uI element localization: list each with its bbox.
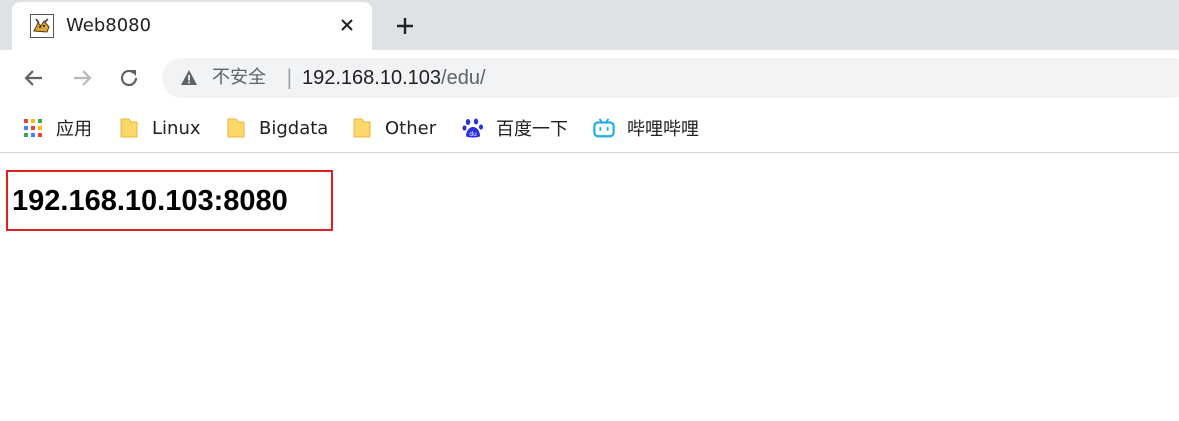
url-separator: | bbox=[286, 65, 293, 89]
bookmark-label: 应用 bbox=[56, 119, 92, 140]
bookmark-label: Linux bbox=[152, 117, 201, 139]
tab-title: Web8080 bbox=[66, 15, 152, 36]
reload-icon bbox=[120, 69, 138, 87]
bookmark-label: Other bbox=[385, 117, 437, 139]
page-heading: 192.168.10.103:8080 bbox=[12, 185, 288, 217]
reload-button[interactable] bbox=[115, 64, 143, 92]
tab-strip: Web8080 bbox=[0, 0, 1179, 50]
tab-web8080[interactable]: Web8080 bbox=[12, 2, 372, 50]
security-status[interactable]: 不安全 bbox=[212, 67, 266, 89]
folder-icon bbox=[225, 117, 247, 139]
arrow-left-icon bbox=[24, 70, 42, 86]
bookmark-label: Bigdata bbox=[259, 117, 329, 139]
browser-toolbar: 不安全 | 192.168.10.103/edu/ bbox=[0, 50, 1179, 106]
svg-text:du: du bbox=[469, 131, 477, 138]
bookmark-apps[interactable]: 应用 bbox=[22, 116, 92, 140]
new-tab-button[interactable] bbox=[392, 13, 418, 39]
baidu-paw-icon: du bbox=[462, 117, 484, 139]
bookmark-bigdata[interactable]: Bigdata bbox=[225, 116, 328, 140]
apps-grid-icon bbox=[22, 117, 44, 139]
address-bar[interactable]: 不安全 | 192.168.10.103/edu/ bbox=[162, 58, 1179, 98]
arrow-right-icon bbox=[74, 70, 92, 86]
bookmark-label: 百度一下 bbox=[496, 119, 568, 140]
bookmark-linux[interactable]: Linux bbox=[118, 116, 201, 140]
url-path: /edu/ bbox=[441, 67, 486, 89]
close-icon[interactable] bbox=[336, 14, 358, 36]
back-button[interactable] bbox=[20, 64, 48, 92]
warning-icon[interactable] bbox=[180, 69, 198, 87]
forward-button[interactable] bbox=[68, 64, 96, 92]
url-host: 192.168.10.103 bbox=[302, 67, 442, 89]
bilibili-icon bbox=[593, 117, 615, 139]
tomcat-icon bbox=[30, 14, 54, 38]
bookmark-label: 哔哩哔哩 bbox=[627, 119, 699, 140]
bookmark-bilibili[interactable]: 哔哩哔哩 bbox=[593, 116, 699, 140]
bookmark-other[interactable]: Other bbox=[351, 116, 436, 140]
plus-icon bbox=[397, 18, 413, 34]
folder-icon bbox=[351, 117, 373, 139]
folder-icon bbox=[118, 117, 140, 139]
bookmark-baidu[interactable]: du 百度一下 bbox=[462, 116, 568, 140]
url-text[interactable]: 192.168.10.103/edu/ bbox=[302, 66, 486, 90]
bookmarks-bar: 应用 Linux Bigdata Other du 百度一下 哔哩哔哩 bbox=[0, 106, 1179, 153]
